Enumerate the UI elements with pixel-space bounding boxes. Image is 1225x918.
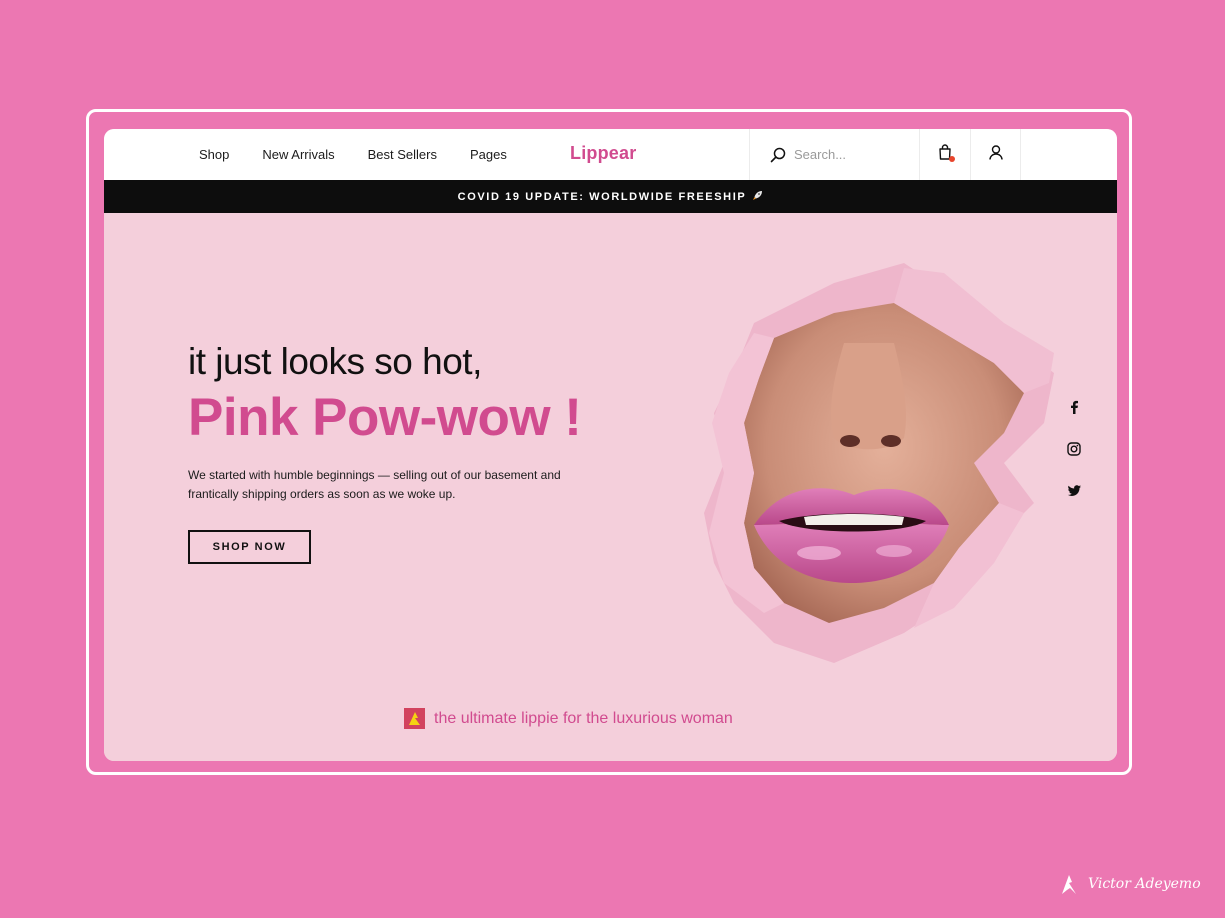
nav-new-arrivals[interactable]: New Arrivals [262,147,334,162]
site-header: Shop New Arrivals Best Sellers Pages Lip… [104,129,1117,180]
nav-shop[interactable]: Shop [199,147,229,162]
brand-logo[interactable]: Lippear [570,143,636,164]
nav-pages[interactable]: Pages [470,147,507,162]
tagline-text: the ultimate lippie for the luxurious wo… [434,709,733,727]
search-box [749,129,919,180]
instagram-icon[interactable] [1064,439,1084,459]
cart-badge [949,156,955,162]
cart-button[interactable] [919,129,970,180]
shop-now-button[interactable]: SHOP NOW [188,530,311,564]
designer-logo-icon [1060,873,1078,895]
hero-description: We started with humble beginnings — sell… [188,468,561,501]
designer-name: Victor Adeyemo [1088,876,1201,892]
brand-mark-icon [404,708,425,729]
announcement-text: COVID 19 UPDATE: WORLDWIDE FREESHIP [457,190,747,203]
designer-credit: Victor Adeyemo [1060,873,1201,895]
torn-paper-lips-image [704,263,1054,663]
search-icon[interactable] [770,147,786,163]
user-icon [988,144,1003,165]
rocket-icon [752,190,763,204]
hero-heading-line2: Pink Pow-wow ! [188,388,582,447]
nav-best-sellers[interactable]: Best Sellers [368,147,437,162]
main-nav: Shop New Arrivals Best Sellers Pages [199,129,540,180]
hero-section: it just looks so hot, Pink Pow-wow ! We … [104,213,1117,761]
search-input[interactable] [792,146,916,163]
hero-heading-line1: it just looks so hot, [188,341,482,382]
facebook-icon[interactable] [1064,397,1084,417]
twitter-icon[interactable] [1064,481,1084,501]
website: Shop New Arrivals Best Sellers Pages Lip… [104,129,1117,761]
tagline: the ultimate lippie for the luxurious wo… [404,708,733,729]
announcement-bar: COVID 19 UPDATE: WORLDWIDE FREESHIP [104,180,1117,213]
account-button[interactable] [970,129,1021,180]
